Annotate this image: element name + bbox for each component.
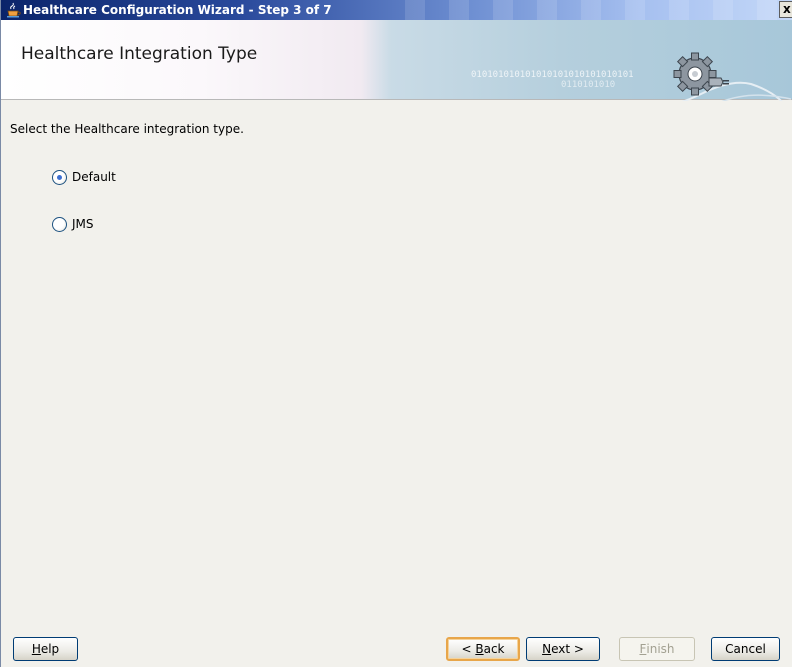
gear-plug-icon xyxy=(673,52,729,96)
back-button-mnemonic: B xyxy=(475,642,484,656)
app-cup-icon xyxy=(7,2,21,18)
radio-default-label[interactable]: Default xyxy=(72,170,116,184)
finish-button-mnemonic: F xyxy=(639,642,647,656)
radio-default-indicator[interactable] xyxy=(52,169,67,185)
help-button[interactable]: Help xyxy=(13,637,78,661)
close-button[interactable]: x xyxy=(779,1,792,18)
wizard-banner: Healthcare Integration Type 010101010101… xyxy=(1,20,792,120)
radio-default[interactable]: Default xyxy=(52,168,116,186)
window-title: Healthcare Configuration Wizard - Step 3… xyxy=(23,3,332,17)
finish-button-suffix: inish xyxy=(646,642,675,656)
radio-jms-indicator[interactable] xyxy=(52,216,67,232)
button-bar: Help < Back Next > Finish Cancel xyxy=(1,626,792,667)
wizard-window: Healthcare Configuration Wizard - Step 3… xyxy=(0,0,792,667)
help-button-mnemonic: H xyxy=(31,642,41,656)
next-button[interactable]: Next > xyxy=(526,637,600,661)
cancel-button[interactable]: Cancel xyxy=(711,637,780,661)
instruction-text: Select the Healthcare integration type. xyxy=(10,122,244,136)
radio-jms-label[interactable]: JMS xyxy=(72,217,94,231)
banner-binary-decoration-2: 0110101010 xyxy=(561,80,616,90)
title-bar[interactable]: Healthcare Configuration Wizard - Step 3… xyxy=(1,0,792,20)
back-button-suffix: ack xyxy=(483,642,505,656)
radio-jms[interactable]: JMS xyxy=(52,215,94,233)
wizard-content: Select the Healthcare integration type. … xyxy=(1,101,792,626)
back-button-prefix: < xyxy=(461,642,476,656)
page-title: Healthcare Integration Type xyxy=(21,44,258,64)
next-button-suffix: ext > xyxy=(551,642,584,656)
next-button-mnemonic: N xyxy=(542,642,552,656)
help-button-suffix: elp xyxy=(40,642,60,656)
back-button[interactable]: < Back xyxy=(446,637,520,661)
finish-button[interactable]: Finish xyxy=(619,637,695,661)
banner-binary-decoration: 010101010101010101010101010101 xyxy=(471,70,634,80)
radio-selected-dot xyxy=(57,174,62,180)
title-bar-decoration xyxy=(381,0,781,20)
